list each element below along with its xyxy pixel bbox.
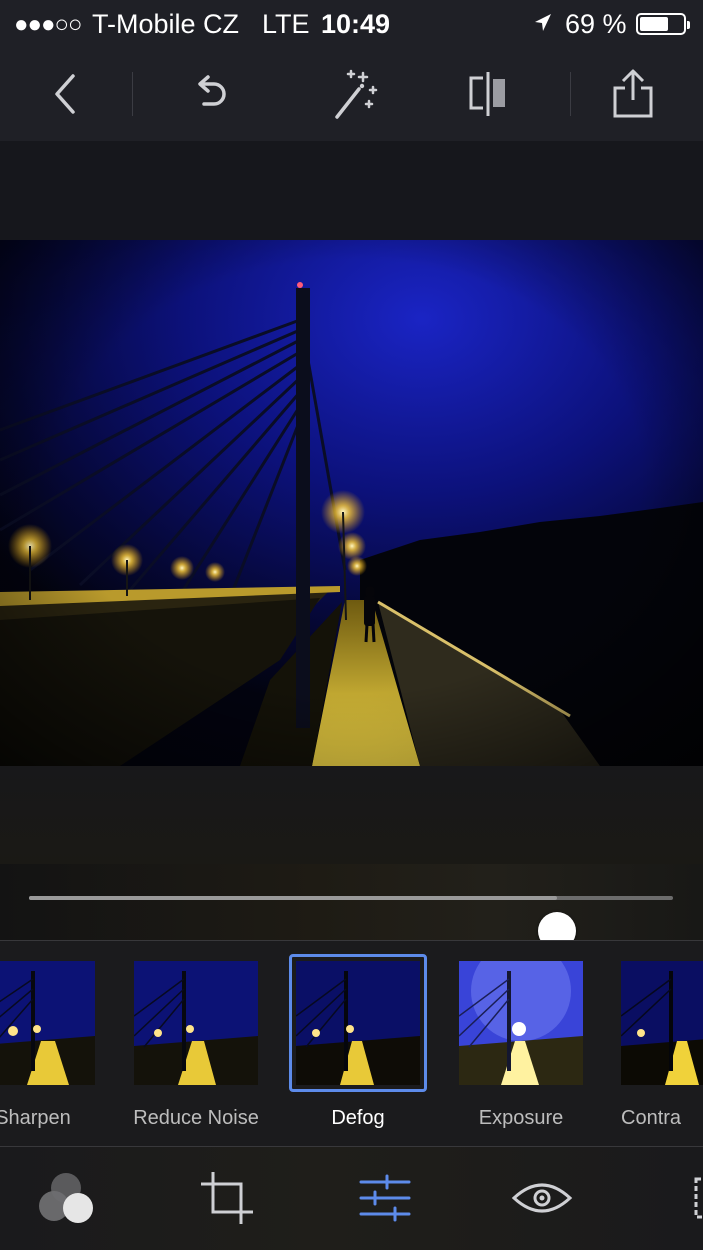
adjustment-slider[interactable] xyxy=(29,896,673,950)
preset-thumbnail xyxy=(621,961,703,1085)
preset-thumbnail xyxy=(134,961,258,1085)
canvas-background xyxy=(0,766,703,864)
slider-fill xyxy=(29,896,558,900)
preset-thumbnail xyxy=(459,961,583,1085)
tab-frame[interactable] xyxy=(668,1165,703,1231)
battery-percent: 69 % xyxy=(565,9,627,39)
magic-wand-icon xyxy=(335,69,378,119)
location-arrow-icon xyxy=(535,14,551,31)
signal-strength: ●●●○○ xyxy=(14,11,82,38)
canvas-background xyxy=(0,141,703,240)
undo-icon xyxy=(198,75,226,106)
status-bar: ●●●○○ T-Mobile CZ LTE 10:49 69 % xyxy=(0,0,703,48)
preset-thumbnail xyxy=(0,961,95,1085)
preset-thumbnail xyxy=(296,961,420,1085)
undo-button[interactable] xyxy=(178,62,242,126)
preset-label: Contra xyxy=(621,1107,682,1129)
back-icon xyxy=(55,74,75,114)
adjustment-slider-area xyxy=(0,864,703,950)
red-eye-icon xyxy=(511,1183,573,1213)
share-button[interactable] xyxy=(601,62,665,126)
bottom-tab-bar xyxy=(0,1147,703,1250)
toolbar-divider xyxy=(132,72,133,116)
battery-icon xyxy=(636,13,690,35)
tab-crop[interactable] xyxy=(192,1165,262,1231)
preset-label: Exposure xyxy=(478,1107,564,1129)
compare-icon xyxy=(469,72,505,116)
tab-looks[interactable] xyxy=(32,1165,102,1231)
auto-enhance-button[interactable] xyxy=(322,62,386,126)
share-icon xyxy=(613,69,653,118)
photo-preview[interactable] xyxy=(0,240,703,766)
frame-icon xyxy=(694,1177,703,1219)
preset-strip[interactable]: Sharpen Reduce Noise Defog Exposure Cont… xyxy=(0,940,703,1147)
tab-red-eye[interactable] xyxy=(507,1165,577,1231)
carrier-name: T-Mobile CZ xyxy=(92,9,240,39)
toolbar-divider xyxy=(570,72,571,116)
tab-adjustments[interactable] xyxy=(350,1165,420,1231)
network-type: LTE xyxy=(262,9,310,39)
looks-icon xyxy=(39,1173,93,1223)
back-button[interactable] xyxy=(34,62,98,126)
compare-button[interactable] xyxy=(456,62,520,126)
top-toolbar xyxy=(0,48,703,141)
clock: 10:49 xyxy=(321,9,391,39)
adjustments-icon xyxy=(359,1174,411,1222)
crop-icon xyxy=(201,1172,253,1224)
